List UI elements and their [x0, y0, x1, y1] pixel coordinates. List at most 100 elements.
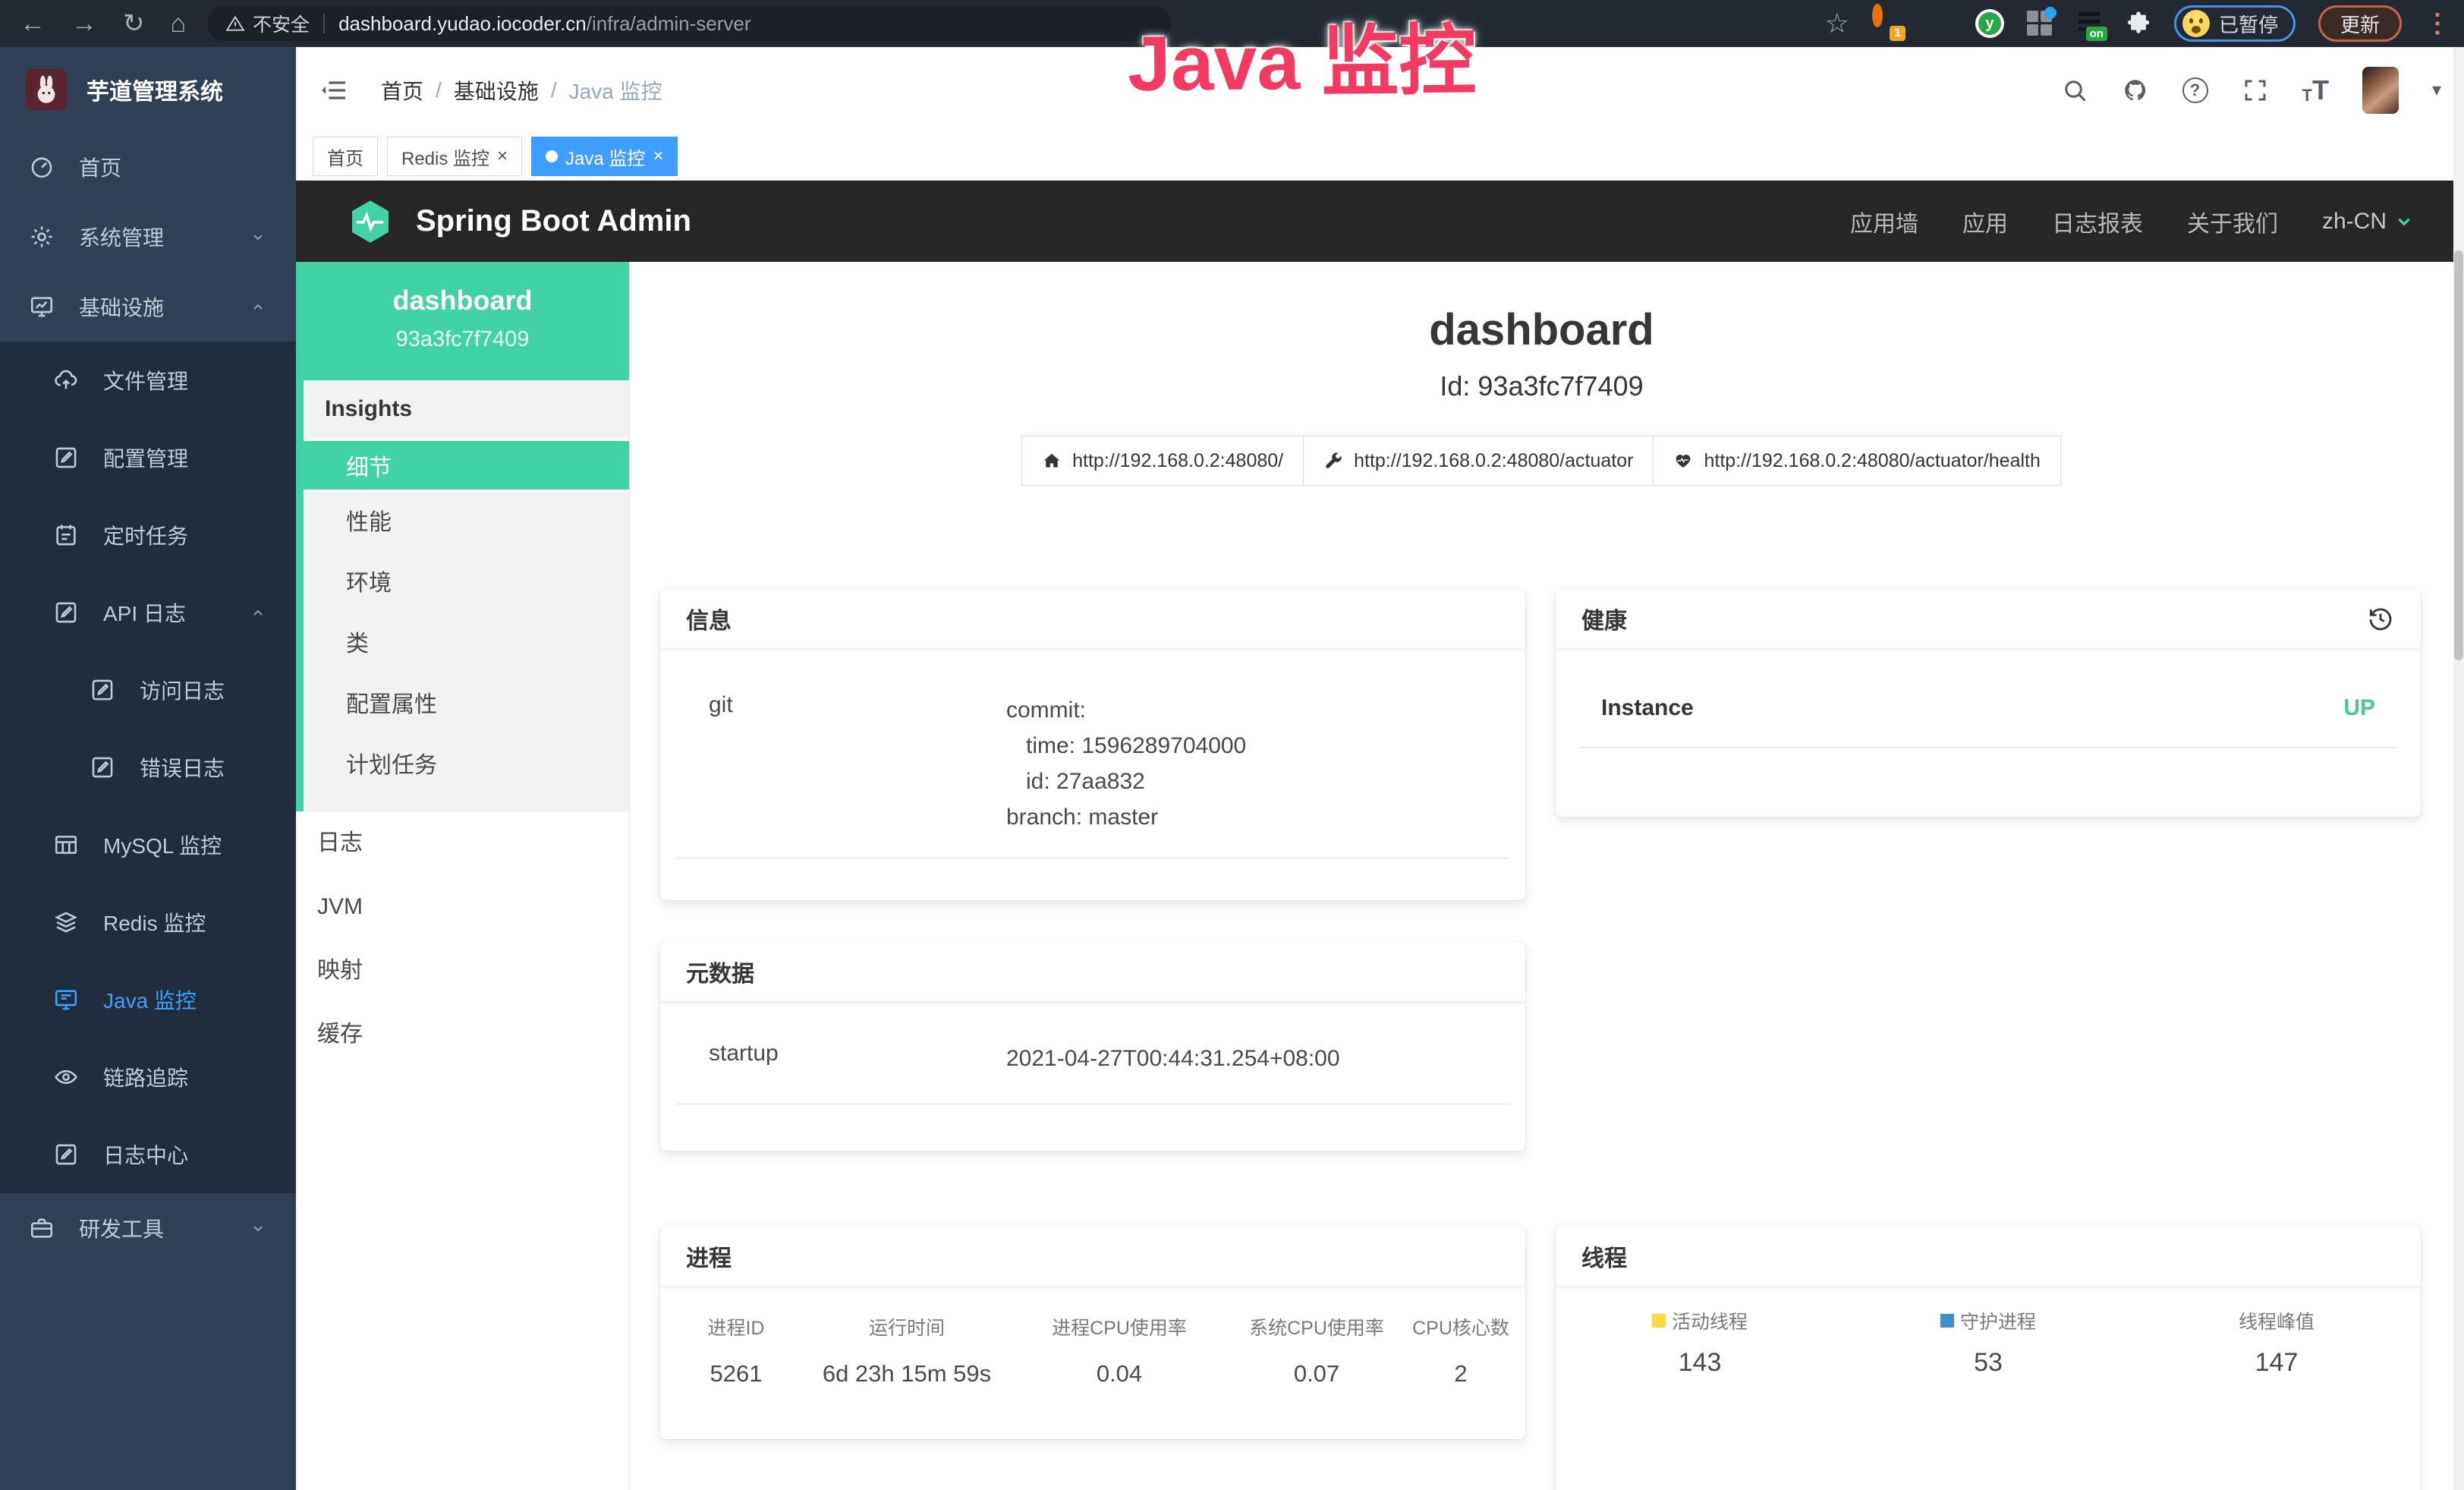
sidebar-item-label: MySQL 监控 — [103, 830, 222, 860]
sba-nav-applications[interactable]: 应用 — [1962, 205, 2008, 238]
service-url-link[interactable]: http://192.168.0.2:48080/ — [1021, 436, 1304, 486]
sba-menu-caches[interactable]: 缓存 — [296, 1003, 629, 1066]
extension-grid-icon[interactable] — [2027, 11, 2053, 36]
extension-orange-icon[interactable]: 1 — [1872, 9, 1901, 38]
github-icon[interactable] — [2122, 77, 2149, 104]
breadcrumb-home[interactable]: 首页 — [381, 75, 423, 106]
col-header-system-cpu: 系统CPU使用率 — [1222, 1313, 1411, 1340]
history-icon[interactable] — [2366, 604, 2395, 633]
font-size-icon[interactable]: TT — [2302, 77, 2329, 104]
sba-menu-classes[interactable]: 类 — [304, 614, 629, 675]
edit-icon — [90, 677, 115, 703]
sidebar-item-system[interactable]: 系统管理 — [0, 202, 296, 272]
sba-main: dashboard Id: 93a3fc7f7409 http://192.16… — [630, 262, 2453, 1490]
sba-nav-about[interactable]: 关于我们 — [2187, 205, 2278, 238]
tab-redis[interactable]: Redis 监控 × — [387, 137, 522, 176]
sidebar-item-home[interactable]: 首页 — [0, 132, 296, 202]
fullscreen-icon[interactable] — [2242, 77, 2269, 104]
tab-home[interactable]: 首页 — [313, 137, 378, 176]
screen: ← → ↻ ⌂ 不安全 dashboard.yudao.iocoder.cn/i… — [0, 0, 2464, 1490]
reload-icon[interactable]: ↻ — [123, 11, 145, 36]
card-title-text: 元数据 — [686, 955, 754, 988]
avatar-caret-icon[interactable]: ▾ — [2432, 79, 2441, 101]
home-icon[interactable]: ⌂ — [171, 11, 187, 36]
spring-boot-admin-logo — [346, 195, 395, 248]
monitor-icon — [53, 987, 79, 1013]
stat-label: 守护进程 — [1960, 1307, 2036, 1334]
grid-cell — [2027, 11, 2038, 22]
sba-nav-wallboard[interactable]: 应用墙 — [1850, 205, 1918, 238]
profile-paused-pill[interactable]: 已暂停 — [2174, 5, 2296, 42]
stat-value: 147 — [2132, 1348, 2421, 1378]
git-branch-line: branch: master — [1006, 799, 1246, 835]
sidebar-item-trace[interactable]: 链路追踪 — [0, 1038, 296, 1116]
bookmark-star-icon[interactable]: ☆ — [1825, 8, 1849, 39]
sba-menu-scheduled-tasks[interactable]: 计划任务 — [304, 736, 629, 796]
help-glyph: ? — [2190, 80, 2200, 100]
sba-nav-journal[interactable]: 日志报表 — [2052, 205, 2143, 238]
tab-java-active[interactable]: Java 监控 × — [531, 137, 678, 176]
stat-label: 线程峰值 — [2239, 1307, 2315, 1334]
health-key: Instance — [1601, 695, 1694, 721]
sidebar-item-access-log[interactable]: 访问日志 — [0, 651, 296, 729]
sidebar-item-error-log[interactable]: 错误日志 — [0, 729, 296, 806]
sba-brand-title[interactable]: Spring Boot Admin — [416, 204, 691, 238]
sidebar-item-redis[interactable]: Redis 监控 — [0, 884, 296, 961]
sba-menu-details-active[interactable]: 细节 — [304, 438, 629, 493]
security-label: 不安全 — [253, 10, 310, 37]
back-icon[interactable]: ← — [20, 11, 46, 36]
address-bar[interactable]: 不安全 dashboard.yudao.iocoder.cn/infra/adm… — [207, 6, 1171, 41]
edit-icon — [53, 600, 79, 625]
sidebar-item-dev-tools[interactable]: 研发工具 — [0, 1193, 296, 1263]
close-tab-icon[interactable]: × — [497, 147, 508, 165]
wrench-icon — [1323, 451, 1343, 471]
sba-locale-select[interactable]: zh-CN — [2322, 209, 2414, 235]
sidebar-item-label: 研发工具 — [79, 1213, 164, 1243]
home-icon — [1042, 451, 1062, 471]
annotation-java-monitor: Java 监控 — [1127, 0, 1477, 113]
sba-menu-metrics[interactable]: 性能 — [304, 493, 629, 553]
info-value: commit: time: 1596289704000 id: 27aa832 … — [1006, 692, 1246, 835]
insights-section: Insights 细节 性能 环境 类 配置属性 计划任务 — [296, 380, 629, 811]
sba-menu-jvm[interactable]: JVM — [296, 875, 629, 939]
extension-gem-icon[interactable] — [1924, 9, 1953, 38]
sidebar-item-file[interactable]: 文件管理 — [0, 342, 296, 419]
sidebar-fold-icon[interactable] — [319, 75, 349, 106]
extensions-puzzle-icon[interactable] — [2126, 11, 2151, 36]
layers-icon — [53, 909, 79, 935]
sidebar-item-log-center[interactable]: 日志中心 — [0, 1116, 296, 1193]
health-url-link[interactable]: http://192.168.0.2:48080/actuator/health — [1653, 436, 2060, 486]
extension-y-icon[interactable]: y — [1975, 9, 2004, 38]
close-tab-icon[interactable]: × — [653, 147, 663, 165]
sidebar-item-java-active[interactable]: Java 监控 — [0, 961, 296, 1038]
extension-badge: 1 — [1890, 26, 1905, 41]
breadcrumb-infra[interactable]: 基础设施 — [454, 75, 539, 106]
card-metadata: 元数据 startup 2021-04-27T00:44:31.254+08:0… — [660, 942, 1525, 1151]
sba-nav: 应用墙 应用 日志报表 关于我们 zh-CN — [1850, 205, 2414, 238]
browser-menu-icon[interactable]: ⋮ — [2425, 8, 2450, 39]
avatar[interactable] — [2362, 67, 2399, 114]
search-icon[interactable] — [2061, 77, 2088, 104]
scrollbar-track[interactable] — [2453, 47, 2464, 1490]
sidebar-submenu-infra: 文件管理 配置管理 定时任务 API 日志 访问日志 错误日志 — [0, 342, 296, 1193]
sba-menu-logs[interactable]: 日志 — [296, 811, 629, 875]
sba-menu-environment[interactable]: 环境 — [304, 553, 629, 614]
value-system-cpu: 0.07 — [1222, 1360, 1411, 1388]
sba-menu-mappings[interactable]: 映射 — [296, 939, 629, 1003]
sidebar-item-infra[interactable]: 基础设施 — [0, 272, 296, 342]
help-icon[interactable]: ? — [2182, 77, 2208, 103]
sidebar-item-api-log[interactable]: API 日志 — [0, 574, 296, 651]
instance-links: http://192.168.0.2:48080/ http://192.168… — [630, 436, 2453, 486]
sidebar-item-mysql[interactable]: MySQL 监控 — [0, 806, 296, 884]
info-key: git — [688, 692, 1006, 835]
actuator-url-link[interactable]: http://192.168.0.2:48080/actuator — [1303, 436, 1654, 486]
forward-icon[interactable]: → — [71, 11, 97, 36]
update-button[interactable]: 更新 — [2318, 5, 2402, 42]
sba-menu-config-props[interactable]: 配置属性 — [304, 675, 629, 736]
sidebar-item-job[interactable]: 定时任务 — [0, 496, 296, 574]
extension-on-icon[interactable]: on — [2075, 11, 2103, 36]
sidebar-item-config[interactable]: 配置管理 — [0, 419, 296, 496]
scrollbar-thumb[interactable] — [2454, 250, 2463, 660]
omnibox-divider — [323, 14, 325, 33]
stat-peak-threads: 线程峰值 147 — [2132, 1307, 2421, 1378]
